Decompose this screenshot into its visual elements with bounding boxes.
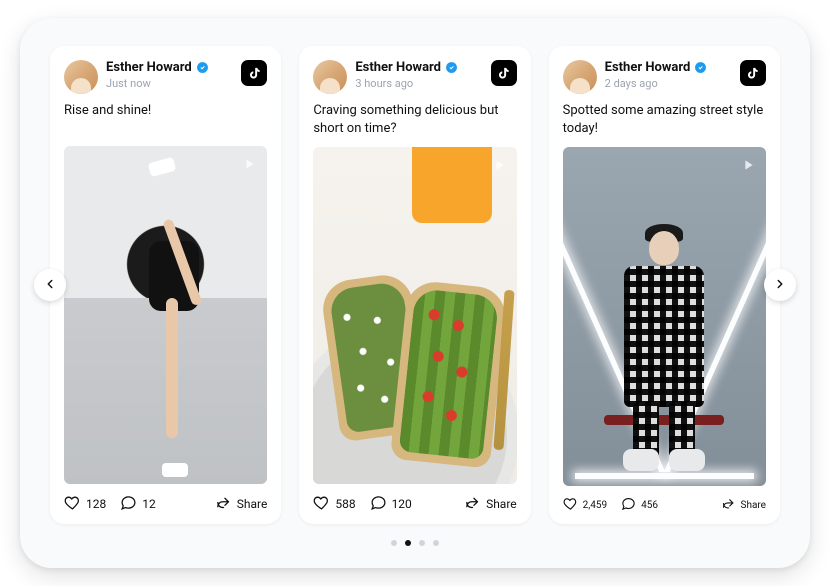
- play-icon: [738, 155, 758, 175]
- post-header: Esther Howard 3 hours ago: [313, 60, 516, 94]
- author-name[interactable]: Esther Howard: [355, 60, 441, 75]
- heart-icon: [64, 494, 81, 514]
- comment-icon: [120, 494, 137, 514]
- share-button[interactable]: Share: [464, 494, 517, 514]
- verified-badge-icon: [445, 61, 458, 74]
- author-name[interactable]: Esther Howard: [605, 60, 691, 75]
- post-caption: Rise and shine!: [64, 102, 267, 136]
- device-frame: Esther Howard Just now Rise and shine!: [20, 18, 810, 568]
- comment-count: 120: [392, 497, 412, 511]
- post-card: Esther Howard 3 hours ago Craving someth…: [299, 46, 530, 524]
- pagination-dot[interactable]: [419, 540, 425, 546]
- post-timestamp: 3 hours ago: [355, 77, 482, 90]
- post-media[interactable]: [64, 146, 267, 484]
- tiktok-icon: [491, 60, 517, 86]
- post-caption: Craving something delicious but short on…: [313, 102, 516, 137]
- chevron-right-icon: [773, 276, 787, 295]
- post-header: Esther Howard 2 days ago: [563, 60, 766, 94]
- share-label: Share: [486, 497, 517, 511]
- post-header: Esther Howard Just now: [64, 60, 267, 94]
- share-button[interactable]: Share: [721, 496, 766, 514]
- comment-button[interactable]: 12: [120, 494, 156, 514]
- play-icon: [239, 154, 259, 174]
- post-footer: 588 120 Share: [313, 484, 516, 514]
- comment-count: 456: [641, 500, 658, 511]
- post-carousel: Esther Howard Just now Rise and shine!: [50, 46, 780, 524]
- share-icon: [721, 496, 736, 514]
- comment-button[interactable]: 120: [370, 494, 412, 514]
- carousel-next-button[interactable]: [764, 269, 796, 301]
- share-label: Share: [741, 500, 766, 511]
- share-icon: [464, 494, 481, 514]
- post-media[interactable]: [563, 147, 766, 486]
- post-card: Esther Howard Just now Rise and shine!: [50, 46, 281, 524]
- avatar[interactable]: [563, 60, 597, 94]
- pagination-dots: [50, 524, 780, 546]
- avatar[interactable]: [313, 60, 347, 94]
- heart-icon: [313, 494, 330, 514]
- like-button[interactable]: 588: [313, 494, 355, 514]
- post-footer: 2,459 456 Share: [563, 486, 766, 514]
- share-label: Share: [237, 497, 268, 511]
- chevron-left-icon: [43, 276, 57, 295]
- share-button[interactable]: Share: [215, 494, 268, 514]
- like-count: 588: [335, 497, 355, 511]
- like-count: 128: [86, 497, 106, 511]
- comment-icon: [621, 496, 636, 514]
- comment-count: 12: [142, 497, 156, 511]
- like-count: 2,459: [583, 500, 607, 511]
- tiktok-icon: [241, 60, 267, 86]
- pagination-dot[interactable]: [433, 540, 439, 546]
- carousel-prev-button[interactable]: [34, 269, 66, 301]
- avatar[interactable]: [64, 60, 98, 94]
- post-card: Esther Howard 2 days ago Spotted some am…: [549, 46, 780, 524]
- verified-badge-icon: [196, 61, 209, 74]
- share-icon: [215, 494, 232, 514]
- post-timestamp: 2 days ago: [605, 77, 732, 90]
- post-media[interactable]: [313, 147, 516, 484]
- like-button[interactable]: 2,459: [563, 496, 607, 514]
- post-timestamp: Just now: [106, 77, 233, 90]
- author-name[interactable]: Esther Howard: [106, 60, 192, 75]
- verified-badge-icon: [694, 61, 707, 74]
- like-button[interactable]: 128: [64, 494, 106, 514]
- pagination-dot[interactable]: [391, 540, 397, 546]
- post-caption: Spotted some amazing street style today!: [563, 102, 766, 137]
- heart-icon: [563, 496, 578, 514]
- pagination-dot[interactable]: [405, 540, 411, 546]
- post-footer: 128 12 Share: [64, 484, 267, 514]
- tiktok-icon: [740, 60, 766, 86]
- comment-button[interactable]: 456: [621, 496, 658, 514]
- comment-icon: [370, 494, 387, 514]
- play-icon: [489, 155, 509, 175]
